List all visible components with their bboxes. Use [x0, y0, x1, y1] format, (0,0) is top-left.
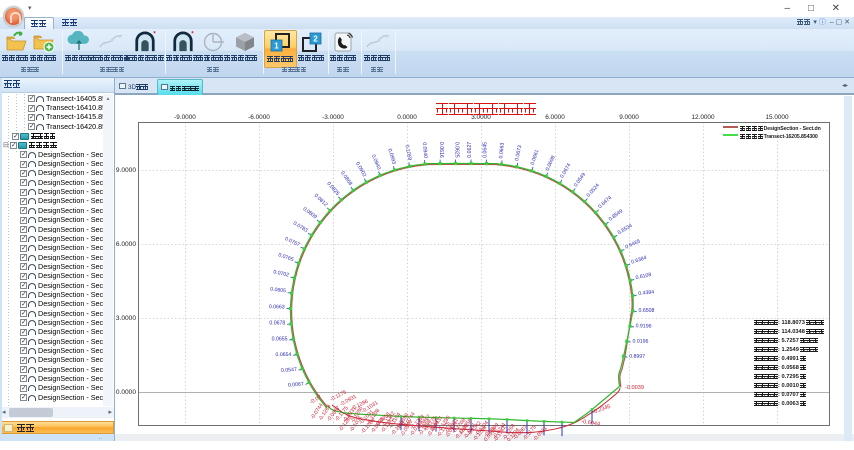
svg-text:0.0663: 0.0663 [269, 304, 285, 310]
svg-text:6.0000: 6.0000 [545, 114, 565, 121]
svg-text:-0.0039: -0.0039 [625, 385, 644, 391]
svg-text:0.0655: 0.0655 [272, 336, 288, 342]
svg-text:0.0547: 0.0547 [281, 367, 297, 374]
svg-text:1: 1 [274, 42, 279, 51]
svg-text:0.0000: 0.0000 [116, 389, 137, 396]
svg-text:0.0645: 0.0645 [482, 142, 488, 158]
svg-text:3.0000: 3.0000 [116, 315, 137, 322]
svg-text:0.6508: 0.6508 [639, 308, 655, 314]
svg-text:6.0000: 6.0000 [116, 241, 137, 248]
svg-text:2: 2 [313, 35, 318, 44]
svg-text:15.0000: 15.0000 [765, 114, 789, 121]
svg-text:9.0000: 9.0000 [116, 167, 137, 174]
svg-text:0.0654: 0.0654 [275, 352, 291, 358]
svg-text:0.9196: 0.9196 [636, 323, 652, 329]
svg-text:-6.0000: -6.0000 [248, 114, 270, 121]
svg-text:0.0000: 0.0000 [397, 114, 417, 121]
svg-text:12.0000: 12.0000 [691, 114, 715, 121]
svg-text:9.0000: 9.0000 [619, 114, 639, 121]
svg-text:0.8997: 0.8997 [629, 354, 645, 360]
svg-text:*: * [153, 31, 156, 38]
svg-text:-9.0000: -9.0000 [174, 114, 196, 121]
svg-text:0.0678: 0.0678 [269, 321, 285, 327]
svg-text:0.0625: 0.0625 [454, 142, 460, 158]
svg-text:0.0616: 0.0616 [438, 142, 444, 158]
svg-text:-3.0000: -3.0000 [322, 114, 344, 121]
svg-text:0.0196: 0.0196 [632, 339, 648, 345]
svg-text:0.0627: 0.0627 [467, 142, 473, 158]
